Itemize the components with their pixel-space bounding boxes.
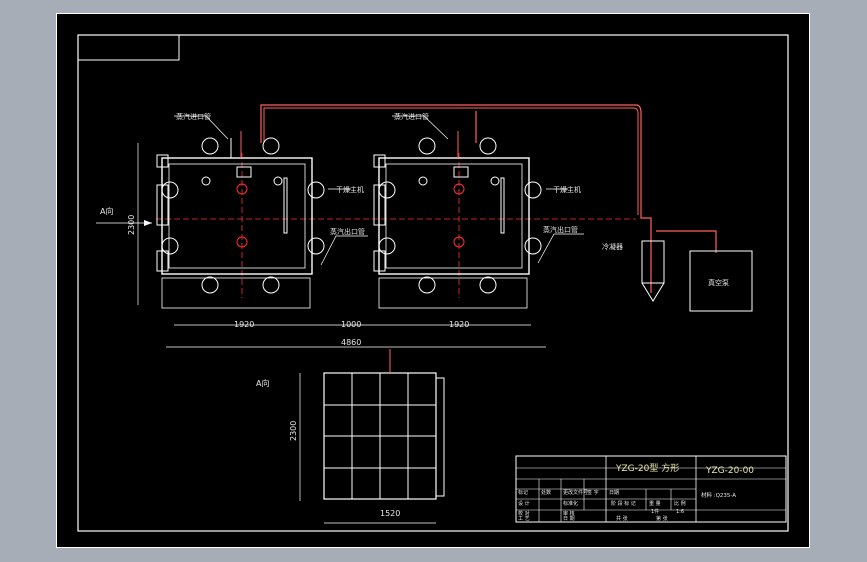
inner-border <box>77 34 789 532</box>
dim-total: 4860 <box>341 338 361 347</box>
label-steam-outlet-2: 蒸汽出口管 <box>543 225 578 234</box>
drawing-sheet: 蒸汽进口管 蒸汽进口管 干燥主机 干燥主机 蒸汽出口管 蒸汽出口管 冷凝器 真空… <box>56 13 810 548</box>
cad-drawing: 蒸汽进口管 蒸汽进口管 干燥主机 干燥主机 蒸汽出口管 蒸汽出口管 冷凝器 真空… <box>56 13 810 548</box>
steam-pipe-inner <box>263 107 639 215</box>
label-condenser: 冷凝器 <box>602 242 623 251</box>
vacuum-pipe <box>656 230 717 253</box>
tb-stage-val-2: 1:6 <box>676 509 684 515</box>
tb-row1-4: 日期 <box>609 490 619 496</box>
side-view <box>299 349 445 524</box>
dryer-right <box>373 131 542 309</box>
leader-steam-outlet-2 <box>537 233 584 264</box>
dim-height-front: 2300 <box>127 215 136 235</box>
tb-row4-2: 日 期 <box>563 516 575 522</box>
label-view-a-title: A向 <box>256 378 269 388</box>
corner-code-box <box>77 34 180 61</box>
dim-gap: 1000 <box>341 320 361 329</box>
leader-steam-outlet-1 <box>320 235 368 266</box>
steam-pipe-main <box>260 104 652 293</box>
title-block-drawing-no: YZG-20-00 <box>705 466 754 476</box>
tb-row2-2: 标准化 <box>563 500 578 507</box>
tb-row2-0: 设 计 <box>518 500 530 507</box>
label-dryer-main-1: 干燥主机 <box>336 185 364 194</box>
tb-row1-3: 签 字 <box>587 489 599 496</box>
tb-footer-0: 共 张 <box>616 515 628 522</box>
label-steam-inlet-2: 蒸汽进口管 <box>394 112 429 121</box>
dryer-left <box>156 131 325 309</box>
label-steam-inlet-1: 蒸汽进口管 <box>176 112 211 121</box>
tb-row1-1: 处数 <box>541 489 551 496</box>
label-vacuum-pump: 真空泵 <box>708 278 729 287</box>
condenser-cone <box>641 282 665 302</box>
tb-stage-1: 重 量 <box>649 500 661 507</box>
label-view-a-arrow: A向 <box>100 206 113 216</box>
tb-row1-2: 更改文件号 <box>563 489 588 496</box>
tb-stage-val-1: 1件 <box>651 508 659 515</box>
view-a-arrowhead <box>144 220 152 226</box>
tb-row4-0: 工 艺 <box>518 516 530 522</box>
title-block-material: 材料 :Q235-A <box>701 491 736 499</box>
condenser-body <box>641 240 665 284</box>
tb-footer-1: 第 张 <box>656 515 668 522</box>
dim-width-right: 1920 <box>449 320 469 329</box>
dim-width-left: 1920 <box>234 320 254 329</box>
tb-stage-2: 比 例 <box>674 500 686 507</box>
title-block-name: YZG-20型 方形 <box>615 462 679 474</box>
tb-row1-0: 标记 <box>518 489 528 496</box>
dim-width-side: 1520 <box>380 509 400 518</box>
label-dryer-main-2: 干燥主机 <box>553 185 581 194</box>
tb-stage-0: 阶 段 标 记 <box>611 500 636 507</box>
dim-height-side: 2300 <box>289 421 298 441</box>
label-steam-outlet-1: 蒸汽出口管 <box>330 227 365 236</box>
